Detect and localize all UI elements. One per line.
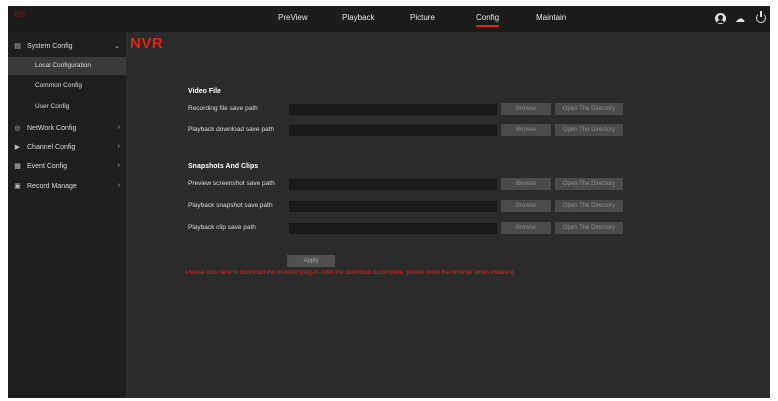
sidebar-item-event-config[interactable]: ▦ Event Config › bbox=[8, 158, 126, 176]
sidebar-item-common-config[interactable]: Common Config bbox=[8, 77, 126, 95]
browse-button[interactable]: Browse bbox=[501, 178, 551, 190]
sidebar-item-system-config[interactable]: ▤ System Config ⌄ bbox=[8, 38, 126, 56]
sidebar: ▤ System Config ⌄ Local Configuration Co… bbox=[8, 32, 126, 398]
chevron-right-icon: › bbox=[117, 182, 120, 189]
system-config-icon: ▤ bbox=[14, 43, 21, 50]
sidebar-item-user-config[interactable]: User Config bbox=[8, 98, 126, 116]
logo-sub: en bbox=[14, 9, 26, 20]
browse-button[interactable]: Browse bbox=[501, 200, 551, 212]
top-bar: NVR en PreView Playback Picture Config M… bbox=[8, 6, 770, 52]
record-icon: ▣ bbox=[14, 183, 21, 190]
open-directory-button[interactable]: Open The Directory bbox=[555, 200, 623, 212]
chevron-down-icon: ⌄ bbox=[114, 43, 120, 50]
recording-path-input[interactable] bbox=[289, 104, 497, 115]
main-content: Video File Recording file save path Brow… bbox=[126, 32, 770, 398]
nav-config[interactable]: Config bbox=[476, 13, 500, 27]
open-directory-button[interactable]: Open The Directory bbox=[555, 222, 623, 234]
open-directory-button[interactable]: Open The Directory bbox=[555, 103, 623, 115]
logo: NVR en bbox=[12, 9, 163, 52]
user-avatar-icon[interactable] bbox=[715, 13, 726, 24]
chevron-right-icon: › bbox=[117, 124, 120, 131]
network-icon: ◎ bbox=[14, 125, 21, 132]
app-window: NVR en PreView Playback Picture Config M… bbox=[8, 6, 770, 398]
plugin-download-link[interactable]: Please click here to download the browse… bbox=[186, 270, 746, 276]
playback-clip-path-input[interactable] bbox=[289, 223, 497, 234]
browse-button[interactable]: Browse bbox=[501, 124, 551, 136]
row-label: Playback clip save path bbox=[188, 224, 256, 231]
sidebar-item-label: System Config bbox=[27, 43, 73, 50]
nav-maintain[interactable]: Maintain bbox=[536, 13, 566, 22]
row-label: Recording file save path bbox=[188, 105, 258, 112]
open-directory-button[interactable]: Open The Directory bbox=[555, 124, 623, 136]
row-label: Playback download save path bbox=[188, 126, 275, 133]
browse-button[interactable]: Browse bbox=[501, 222, 551, 234]
section-title-snapshots-clips: Snapshots And Clips bbox=[188, 163, 259, 170]
sidebar-item-local-configuration[interactable]: Local Configuration bbox=[8, 57, 126, 75]
sidebar-item-label: Common Config bbox=[35, 82, 82, 89]
channel-icon: ▶ bbox=[14, 144, 21, 151]
sidebar-item-label: User Config bbox=[35, 103, 70, 110]
chevron-right-icon: › bbox=[117, 143, 120, 150]
nav-playback[interactable]: Playback bbox=[342, 13, 374, 22]
chevron-right-icon: › bbox=[117, 162, 120, 169]
section-title-video-file: Video File bbox=[188, 88, 221, 95]
row-label: Playback snapshot save path bbox=[188, 202, 273, 209]
sidebar-item-channel-config[interactable]: ▶ Channel Config › bbox=[8, 139, 126, 157]
browse-button[interactable]: Browse bbox=[501, 103, 551, 115]
row-label: Preview screenshot save path bbox=[188, 180, 275, 187]
sidebar-item-label: Record Manage bbox=[27, 183, 77, 190]
open-directory-button[interactable]: Open The Directory bbox=[555, 178, 623, 190]
sidebar-item-label: Channel Config bbox=[27, 144, 76, 151]
cloud-upload-icon[interactable]: ☁ bbox=[734, 13, 746, 25]
playback-download-path-input[interactable] bbox=[289, 125, 497, 136]
sidebar-item-record-manage[interactable]: ▣ Record Manage › bbox=[8, 178, 126, 196]
sidebar-item-label: Local Configuration bbox=[35, 62, 92, 69]
nav-picture[interactable]: Picture bbox=[410, 13, 435, 22]
sidebar-item-network-config[interactable]: ◎ NetWork Config › bbox=[8, 120, 126, 138]
event-icon: ▦ bbox=[14, 163, 21, 170]
sidebar-item-label: NetWork Config bbox=[27, 125, 77, 132]
sidebar-item-label: Event Config bbox=[27, 163, 68, 170]
power-icon[interactable] bbox=[756, 11, 766, 23]
nav-preview[interactable]: PreView bbox=[278, 13, 308, 22]
preview-screenshot-path-input[interactable] bbox=[289, 179, 497, 190]
apply-button[interactable]: Apply bbox=[287, 255, 335, 267]
playback-snapshot-path-input[interactable] bbox=[289, 201, 497, 212]
